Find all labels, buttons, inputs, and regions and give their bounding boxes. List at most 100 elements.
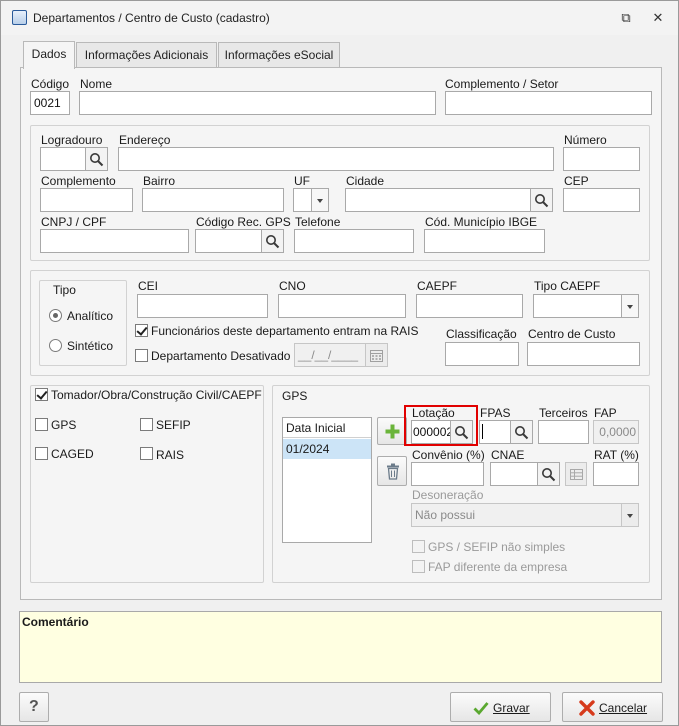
cancelar-label: Cancelar [599, 701, 648, 715]
complemento-label: Complemento [41, 174, 116, 188]
cidade-search-button[interactable] [531, 188, 553, 212]
cidade-label: Cidade [346, 174, 385, 188]
numero-input[interactable] [563, 147, 640, 171]
cnae-search-button[interactable] [538, 462, 560, 486]
app-icon [12, 10, 27, 25]
numero-label: Número [564, 133, 607, 147]
desativado-calendar-button[interactable] [366, 343, 388, 367]
gps-list-header: Data Inicial [283, 418, 371, 438]
fpas-search-button[interactable] [511, 420, 533, 444]
fpas-label: FPAS [480, 406, 511, 420]
uf-dropdown-button[interactable] [312, 188, 329, 212]
cnae-input[interactable] [490, 462, 538, 486]
cei-input[interactable] [137, 294, 268, 318]
dialog-window: Departamentos / Centro de Custo (cadastr… [0, 0, 679, 726]
fap-diferente-checkbox[interactable] [412, 560, 425, 573]
analitico-radio[interactable] [49, 309, 62, 322]
telefone-input[interactable] [294, 229, 414, 253]
fpas-input[interactable] [479, 420, 511, 444]
rat-label: RAT (%) [594, 448, 639, 462]
calendar-icon [370, 350, 383, 362]
classificacao-input[interactable] [445, 342, 519, 366]
gps-sefip-label: GPS / SEFIP não simples [428, 540, 566, 554]
gps-sefip-checkbox[interactable] [412, 540, 425, 553]
search-icon [535, 194, 549, 208]
gps-list-header-label: Data Inicial [286, 421, 346, 435]
analitico-label: Analítico [67, 309, 114, 323]
close-button[interactable]: ✕ [649, 9, 667, 27]
cei-label: CEI [138, 279, 159, 293]
title-bar: Departamentos / Centro de Custo (cadastr… [1, 1, 678, 35]
complemento-setor-input[interactable] [445, 91, 652, 115]
codigo-input[interactable]: 0021 [30, 91, 70, 115]
logradouro-search-button[interactable] [86, 147, 108, 171]
comentario-textarea[interactable]: Comentário [19, 611, 662, 683]
rais-checkbox[interactable] [140, 447, 153, 460]
rais-departamento-label: Funcionários deste departamento entram n… [151, 324, 419, 338]
desativado-date-input[interactable]: __/__/____ [294, 343, 366, 367]
rais-label: RAIS [156, 448, 185, 462]
cod-rec-gps-input[interactable] [195, 229, 262, 253]
sefip-checkbox[interactable] [140, 418, 153, 431]
cidade-input[interactable] [345, 188, 531, 212]
tomador-checkbox[interactable] [35, 388, 48, 401]
cnae-table-button[interactable] [565, 462, 587, 486]
help-icon: ? [29, 698, 39, 715]
fap-input[interactable]: 0,0000 [593, 420, 639, 444]
list-item[interactable]: 01/2024 [283, 439, 371, 459]
desoneracao-label: Desoneração [412, 488, 484, 502]
tab-informacoes-adicionais[interactable]: Informações Adicionais [76, 42, 217, 68]
tab-dados[interactable]: Dados [23, 41, 75, 69]
desativado-label: Departamento Desativado [151, 349, 291, 363]
fap-label: FAP [594, 406, 617, 420]
bairro-input[interactable] [142, 188, 284, 212]
gravar-label: Gravar [493, 701, 530, 715]
search-icon [515, 426, 529, 440]
caged-checkbox[interactable] [35, 447, 48, 460]
tipo-caepf-dropdown-button[interactable] [622, 294, 639, 318]
rais-departamento-checkbox[interactable] [135, 324, 148, 337]
cancelar-button[interactable]: Cancelar [562, 692, 663, 722]
complemento-input[interactable] [40, 188, 133, 212]
caepf-input[interactable] [416, 294, 523, 318]
tab-informacoes-esocial[interactable]: Informações eSocial [218, 42, 340, 68]
uf-select[interactable] [293, 188, 312, 212]
cod-municipio-input[interactable] [424, 229, 545, 253]
delete-button[interactable] [377, 456, 407, 486]
add-button[interactable] [377, 417, 407, 445]
sintetico-radio[interactable] [49, 339, 62, 352]
convenio-input[interactable] [411, 462, 484, 486]
cep-input[interactable] [563, 188, 640, 212]
caged-label: CAGED [51, 447, 94, 461]
nome-input[interactable] [79, 91, 436, 115]
tipo-caepf-select[interactable] [533, 294, 622, 318]
codigo-label: Código [31, 77, 70, 91]
help-button[interactable]: ? [19, 692, 49, 722]
comentario-label: Comentário [22, 615, 89, 629]
gps-checkbox[interactable] [35, 418, 48, 431]
plus-icon [385, 424, 400, 439]
centro-custo-input[interactable] [527, 342, 640, 366]
text-cursor [482, 424, 483, 439]
desoneracao-select[interactable]: Não possui [411, 503, 622, 527]
flags-group [30, 385, 264, 583]
restore-button[interactable]: ⧉ [617, 9, 635, 27]
table-icon [570, 469, 583, 480]
bairro-label: Bairro [143, 174, 176, 188]
cno-input[interactable] [278, 294, 406, 318]
cod-rec-gps-search-button[interactable] [262, 229, 284, 253]
terceiros-input[interactable] [538, 420, 589, 444]
cnpj-input[interactable] [40, 229, 189, 253]
endereco-input[interactable] [118, 147, 554, 171]
caepf-label: CAEPF [417, 279, 458, 293]
cod-rec-gps-label: Código Rec. GPS [196, 215, 291, 229]
desativado-checkbox[interactable] [135, 349, 148, 362]
gravar-button[interactable]: Gravar [450, 692, 551, 722]
desoneracao-dropdown-button[interactable] [622, 503, 639, 527]
check-icon [473, 702, 489, 715]
rat-input[interactable] [593, 462, 639, 486]
search-icon [90, 153, 104, 167]
sintetico-label: Sintético [67, 339, 114, 353]
logradouro-input[interactable] [40, 147, 86, 171]
lotacao-highlight [404, 405, 478, 446]
